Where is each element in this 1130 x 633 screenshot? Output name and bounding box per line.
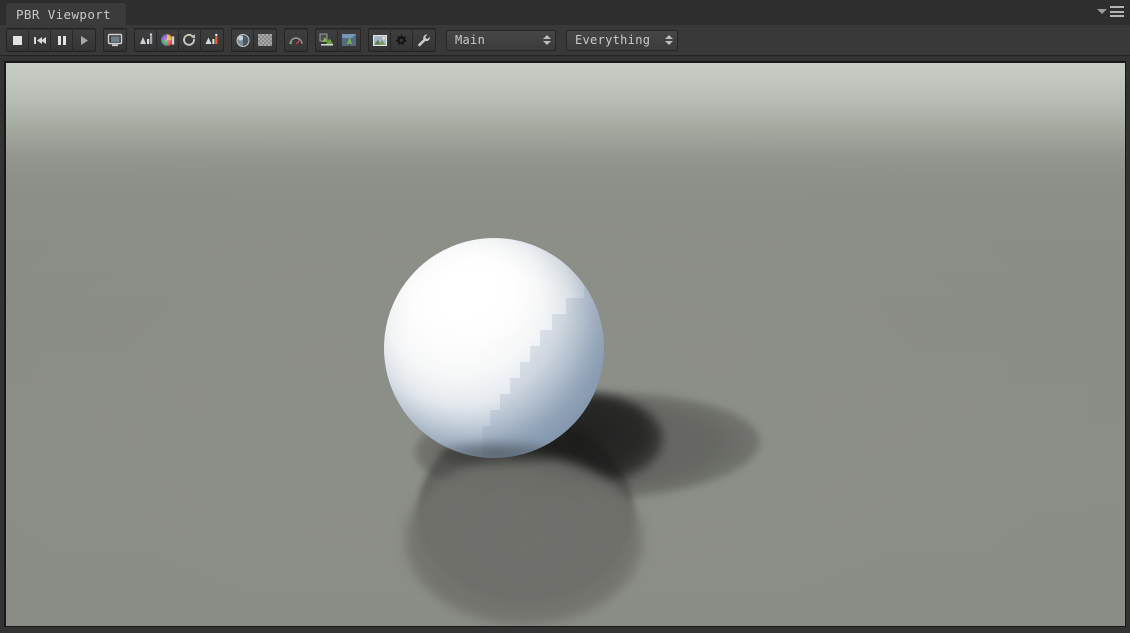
rewind-button[interactable] [29,30,51,50]
layers-select-value: Everything [575,33,651,47]
stop-button[interactable] [7,30,29,50]
sphere-shading-button[interactable] [232,30,254,50]
editor-panel: PBR Viewport Main Everything [0,0,1130,633]
refresh-button[interactable] [179,30,201,50]
toolbar-group-playback [6,28,96,52]
toolbar-group-utilities [368,28,436,52]
color-wheel-button[interactable] [157,30,179,50]
pause-button[interactable] [51,30,73,50]
gauge-button[interactable] [285,30,307,50]
tab-label: PBR Viewport [16,6,112,22]
toolbar-group-shading [231,28,277,52]
layers-select[interactable]: Everything [566,29,678,51]
sphere-rim-light [384,238,604,458]
screen-button[interactable] [104,30,126,50]
image-button[interactable] [369,30,391,50]
toolbar-group-scene-objects [315,28,361,52]
terrain-button[interactable] [316,30,338,50]
settings-button[interactable] [391,30,413,50]
core-shadow-mask [405,455,643,625]
chevron-down-icon[interactable] [1097,9,1107,14]
updown-arrows-icon [543,35,551,45]
play-button[interactable] [73,30,95,50]
histogram-button[interactable] [201,30,223,50]
checker-button[interactable] [254,30,276,50]
stats-button[interactable] [135,30,157,50]
viewport-frame [4,61,1126,627]
panel-options[interactable] [1097,6,1124,17]
sphere-contact-shadow [436,441,556,467]
viewport-toolbar: Main Everything [0,25,1130,56]
camera-select-value: Main [455,33,486,47]
tab-bar: PBR Viewport [0,0,1130,26]
tab-pbr-viewport[interactable]: PBR Viewport [5,2,127,25]
toolbar-group-display [103,28,127,52]
render-viewport[interactable] [6,63,1125,626]
camera-select[interactable]: Main [446,29,556,51]
toolbar-group-analysis [134,28,224,52]
toolbar-group-gauge [284,28,308,52]
updown-arrows-icon [665,35,673,45]
hamburger-menu-icon[interactable] [1110,6,1124,17]
tree-button[interactable] [338,30,360,50]
pbr-sphere [384,238,604,458]
tools-button[interactable] [413,30,435,50]
